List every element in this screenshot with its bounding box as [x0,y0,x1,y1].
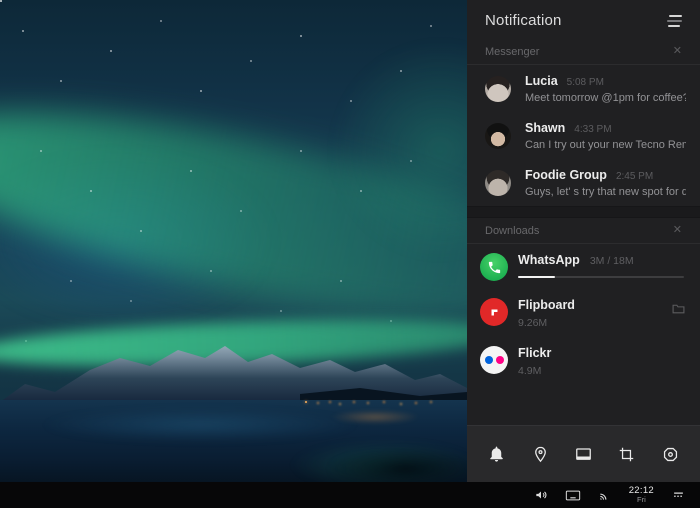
volume-icon[interactable] [534,488,548,502]
open-folder-icon[interactable] [672,301,685,319]
village-lights-reflection [330,410,420,424]
flipboard-icon [480,298,508,326]
notification-time: 2:45 PM [616,171,653,182]
taskbar-clock[interactable]: 22:12 Fri [629,486,654,504]
location-icon[interactable] [523,437,557,471]
settings-gear-icon[interactable] [653,437,687,471]
village-lights [305,401,307,403]
notification-panel: Notification Messenger ✕ Lucia 5:08 PM M… [467,0,700,482]
sender-name: Shawn [525,121,565,135]
download-name: Flickr [518,346,684,360]
sort-lines-icon[interactable] [665,13,684,29]
desktop-screen: Notification Messenger ✕ Lucia 5:08 PM M… [0,0,700,508]
download-name: Flipboard [518,298,684,312]
notification-body: Lucia 5:08 PM Meet tomorrow @1pm for cof… [525,74,686,104]
avatar [485,170,511,196]
avatar [485,76,511,102]
download-body: Flickr 4.9M [518,346,684,377]
flickr-icon [480,346,508,374]
keyboard-icon[interactable] [565,489,581,502]
download-name: WhatsApp [518,253,580,267]
clock-date: Fri [629,496,654,504]
section-separator [467,206,700,218]
downloads-close-icon[interactable]: ✕ [671,223,684,238]
water-reflection [40,408,360,442]
downloads-section-header: Downloads ✕ [467,218,700,243]
whatsapp-icon [480,253,508,281]
notification-time: 5:08 PM [567,77,604,88]
notification-item-lucia[interactable]: Lucia 5:08 PM Meet tomorrow @1pm for cof… [467,65,700,112]
cast-signal-icon[interactable] [598,488,612,502]
whatsapp-progress-fill [518,276,555,278]
notification-message: Can I try out your new Tecno Remix tab..… [525,139,686,151]
download-body: WhatsApp 3M / 18M [518,253,684,278]
notification-item-foodie-group[interactable]: Foodie Group 2:45 PM Guys, let' s try th… [467,159,700,206]
sender-name: Foodie Group [525,168,607,182]
notification-time: 4:33 PM [574,124,611,135]
notifications-bell-icon[interactable] [480,437,514,471]
messenger-section-header: Messenger ✕ [467,39,700,64]
notification-message: Meet tomorrow @1pm for coffee? [525,92,686,104]
download-item-flickr[interactable]: Flickr 4.9M [467,337,700,385]
notification-body: Foodie Group 2:45 PM Guys, let' s try th… [525,168,686,198]
download-status: 3M / 18M [590,255,634,267]
download-progress-track [518,276,684,278]
notification-message: Guys, let' s try that new spot for dinne… [525,186,686,198]
notification-tray-icon[interactable] [671,489,686,501]
screenshot-crop-icon[interactable] [610,437,644,471]
messenger-section-label: Messenger [485,46,539,58]
taskbar: 22:12 Fri [0,482,700,508]
downloads-section-label: Downloads [485,225,539,237]
sender-name: Lucia [525,74,558,88]
notification-body: Shawn 4:33 PM Can I try out your new Tec… [525,121,686,151]
notification-item-shawn[interactable]: Shawn 4:33 PM Can I try out your new Tec… [467,112,700,159]
quick-actions-strip [467,425,700,482]
download-item-flipboard[interactable]: Flipboard 9.26M [467,289,700,337]
display-icon[interactable] [566,437,600,471]
panel-header: Notification [467,0,700,39]
panel-title: Notification [485,12,562,29]
avatar [485,123,511,149]
download-item-whatsapp[interactable]: WhatsApp 3M / 18M [467,244,700,289]
messenger-close-icon[interactable]: ✕ [671,44,684,59]
download-size: 4.9M [518,365,684,377]
desktop-wallpaper[interactable] [0,0,467,482]
download-size: 9.26M [518,317,684,329]
download-body: Flipboard 9.26M [518,298,684,329]
